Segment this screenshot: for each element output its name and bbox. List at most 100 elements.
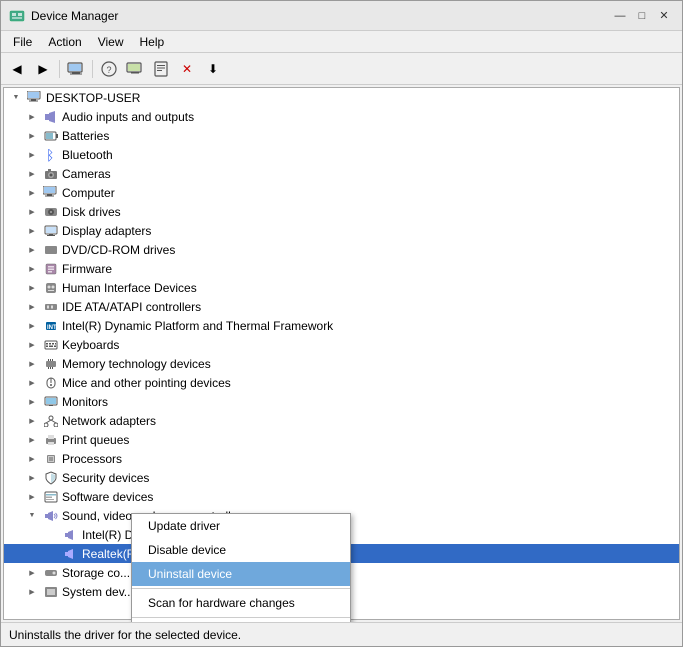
ctx-separator	[132, 588, 350, 589]
tree-item-audio[interactable]: Audio inputs and outputs	[4, 107, 679, 126]
toolbar-properties-button[interactable]	[149, 57, 173, 81]
mice-expand-btn[interactable]	[24, 375, 40, 391]
intel-label: Intel(R) Dynamic Platform and Thermal Fr…	[62, 319, 333, 333]
storage-icon	[43, 565, 59, 581]
storage-label: Storage co...	[62, 566, 130, 580]
bluetooth-label: Bluetooth	[62, 148, 113, 162]
toolbar-delete-button[interactable]: ✕	[175, 57, 199, 81]
status-bar: Uninstalls the driver for the selected d…	[1, 622, 682, 646]
monitors-expand-btn[interactable]	[24, 394, 40, 410]
tree-item-disk[interactable]: Disk drives	[4, 202, 679, 221]
ide-icon	[43, 299, 59, 315]
memory-icon	[43, 356, 59, 372]
print-label: Print queues	[62, 433, 129, 447]
cameras-expand-btn[interactable]	[24, 166, 40, 182]
dvd-icon	[43, 242, 59, 258]
sound-icon	[43, 508, 59, 524]
tree-root-item[interactable]: DESKTOP-USER	[4, 88, 679, 107]
hid-expand-btn[interactable]	[24, 280, 40, 296]
tree-item-batteries[interactable]: Batteries	[4, 126, 679, 145]
tree-item-mice[interactable]: Mice and other pointing devices	[4, 373, 679, 392]
processors-expand-btn[interactable]	[24, 451, 40, 467]
mice-label: Mice and other pointing devices	[62, 376, 231, 390]
ctx-uninstall-device[interactable]: Uninstall device	[132, 562, 350, 586]
tree-item-processors[interactable]: Processors	[4, 449, 679, 468]
tree-item-software[interactable]: Software devices	[4, 487, 679, 506]
menu-view[interactable]: View	[90, 33, 132, 51]
processors-icon	[43, 451, 59, 467]
ctx-scan-hardware[interactable]: Scan for hardware changes	[132, 591, 350, 615]
system-expand-btn[interactable]	[24, 584, 40, 600]
root-expand-btn[interactable]	[8, 90, 24, 106]
firmware-expand-btn[interactable]	[24, 261, 40, 277]
hid-label: Human Interface Devices	[62, 281, 197, 295]
tree-item-monitors[interactable]: Monitors	[4, 392, 679, 411]
ctx-update-driver[interactable]: Update driver	[132, 514, 350, 538]
disk-expand-btn[interactable]	[24, 204, 40, 220]
monitors-label: Monitors	[62, 395, 108, 409]
bluetooth-expand-btn[interactable]	[24, 147, 40, 163]
firmware-label: Firmware	[62, 262, 112, 276]
memory-label: Memory technology devices	[62, 357, 211, 371]
tree-item-computer[interactable]: Computer	[4, 183, 679, 202]
batteries-expand-btn[interactable]	[24, 128, 40, 144]
menu-help[interactable]: Help	[132, 33, 173, 51]
menu-action[interactable]: Action	[40, 33, 89, 51]
print-icon	[43, 432, 59, 448]
tree-item-network[interactable]: Network adapters	[4, 411, 679, 430]
dvd-label: DVD/CD-ROM drives	[62, 243, 175, 257]
security-expand-btn[interactable]	[24, 470, 40, 486]
ide-expand-btn[interactable]	[24, 299, 40, 315]
storage-expand-btn[interactable]	[24, 565, 40, 581]
tree-item-ide[interactable]: IDE ATA/ATAPI controllers	[4, 297, 679, 316]
toolbar-separator-1	[59, 60, 60, 78]
keyboards-expand-btn[interactable]	[24, 337, 40, 353]
display-icon	[43, 223, 59, 239]
tree-item-security[interactable]: Security devices	[4, 468, 679, 487]
firmware-icon	[43, 261, 59, 277]
close-button[interactable]: ✕	[654, 6, 674, 26]
ctx-properties[interactable]: Properties	[132, 620, 350, 622]
toolbar-scan-button[interactable]: ⬇	[201, 57, 225, 81]
toolbar-computer-button[interactable]	[64, 57, 88, 81]
dvd-expand-btn[interactable]	[24, 242, 40, 258]
security-icon	[43, 470, 59, 486]
keyboards-label: Keyboards	[62, 338, 119, 352]
tree-item-keyboards[interactable]: Keyboards	[4, 335, 679, 354]
display-expand-btn[interactable]	[24, 223, 40, 239]
toolbar-help-button[interactable]: ?	[97, 57, 121, 81]
tree-item-hid[interactable]: Human Interface Devices	[4, 278, 679, 297]
audio-expand-btn[interactable]	[24, 109, 40, 125]
software-expand-btn[interactable]	[24, 489, 40, 505]
title-bar-title: Device Manager	[31, 9, 610, 23]
mice-icon	[43, 375, 59, 391]
menu-file[interactable]: File	[5, 33, 40, 51]
tree-item-print[interactable]: Print queues	[4, 430, 679, 449]
network-label: Network adapters	[62, 414, 156, 428]
tree-item-memory[interactable]: Memory technology devices	[4, 354, 679, 373]
tree-item-cameras[interactable]: Cameras	[4, 164, 679, 183]
tree-item-intel[interactable]: INT Intel(R) Dynamic Platform and Therma…	[4, 316, 679, 335]
ctx-disable-device[interactable]: Disable device	[132, 538, 350, 562]
tree-item-bluetooth[interactable]: ᛒ Bluetooth	[4, 145, 679, 164]
toolbar-back-button[interactable]: ◀	[5, 57, 29, 81]
ide-label: IDE ATA/ATAPI controllers	[62, 300, 201, 314]
toolbar: ◀ ▶ ?	[1, 53, 682, 85]
computer-expand-btn[interactable]	[24, 185, 40, 201]
display-label: Display adapters	[62, 224, 151, 238]
tree-item-firmware[interactable]: Firmware	[4, 259, 679, 278]
tree-item-dvd[interactable]: DVD/CD-ROM drives	[4, 240, 679, 259]
minimize-button[interactable]: —	[610, 6, 630, 26]
title-bar-controls: — □ ✕	[610, 6, 674, 26]
svg-text:ᛒ: ᛒ	[46, 148, 54, 162]
print-expand-btn[interactable]	[24, 432, 40, 448]
maximize-button[interactable]: □	[632, 6, 652, 26]
toolbar-forward-button[interactable]: ▶	[31, 57, 55, 81]
memory-expand-btn[interactable]	[24, 356, 40, 372]
tree-item-display[interactable]: Display adapters	[4, 221, 679, 240]
sound-expand-btn[interactable]	[24, 508, 40, 524]
intel-expand-btn[interactable]	[24, 318, 40, 334]
toolbar-monitor-button[interactable]	[123, 57, 147, 81]
batteries-label: Batteries	[62, 129, 109, 143]
network-expand-btn[interactable]	[24, 413, 40, 429]
